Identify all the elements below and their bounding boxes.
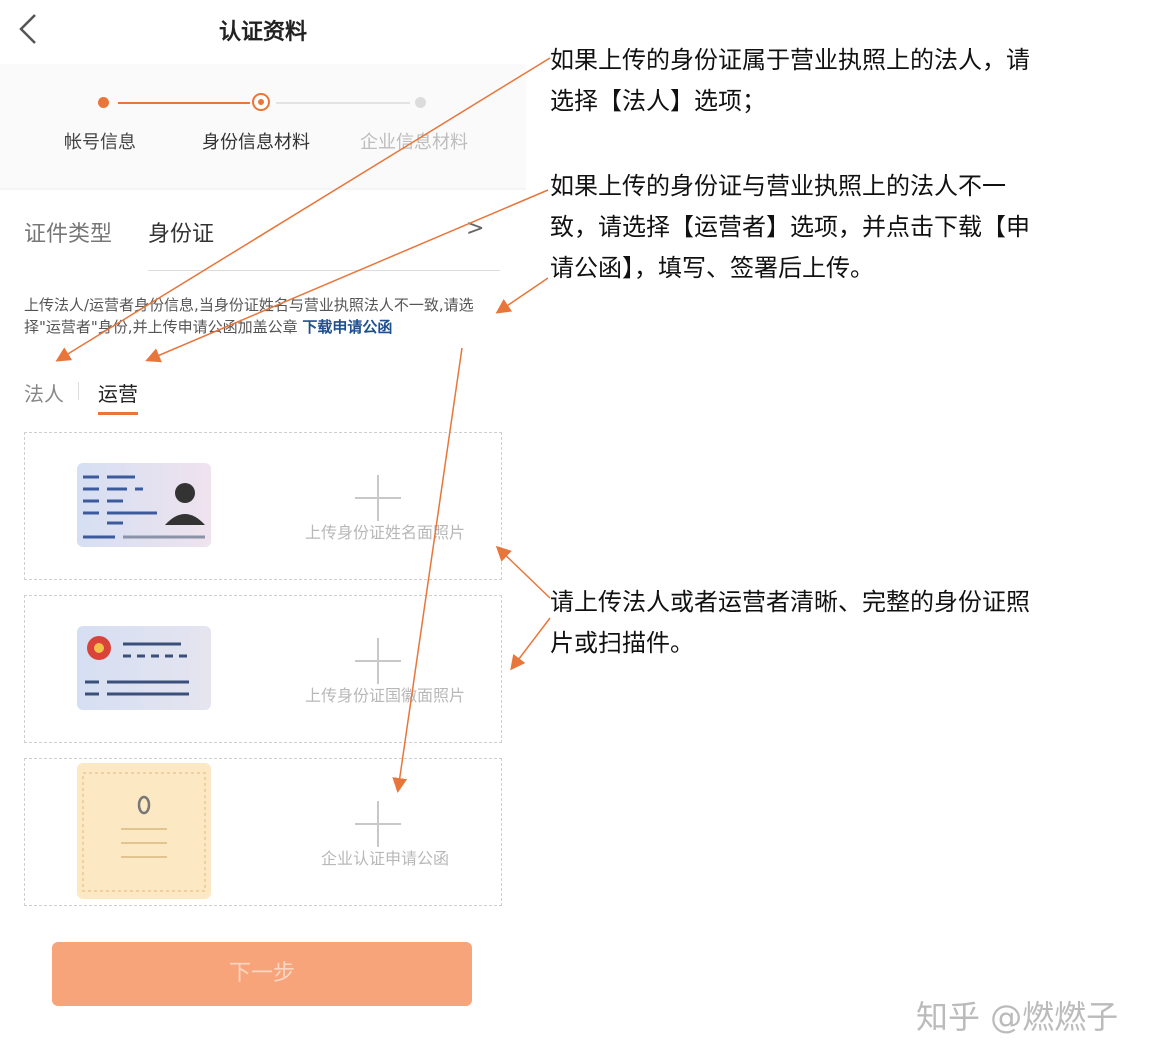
arrow-to-id-back (510, 617, 551, 671)
arrow-to-letter-upload (392, 347, 463, 793)
annotation-arrows (55, 57, 551, 793)
arrow-to-legal-tab (55, 57, 551, 362)
arrow-to-id-front (495, 545, 551, 599)
watermark: 知乎 @燃燃子 (916, 998, 1119, 1036)
arrow-to-hint (495, 277, 549, 314)
arrow-to-operator-tab (145, 189, 549, 363)
